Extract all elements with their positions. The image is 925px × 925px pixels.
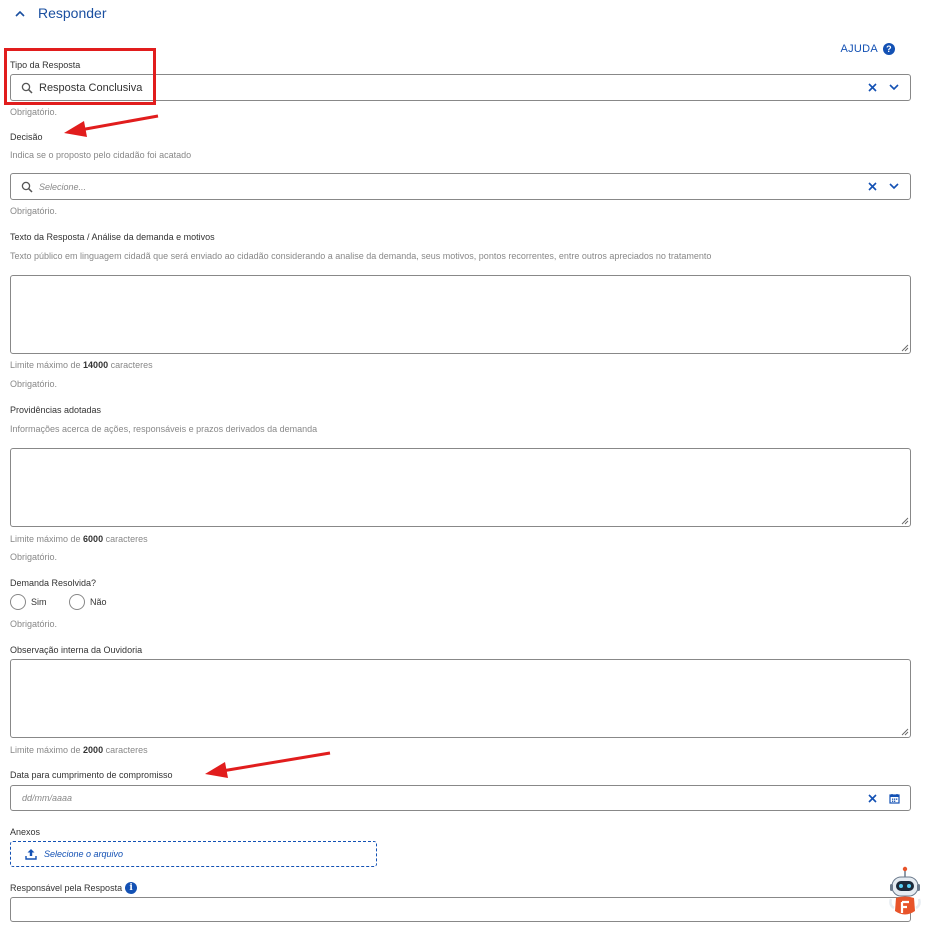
chatbot-mascot-icon[interactable] xyxy=(888,866,922,920)
annotation-arrow-data xyxy=(205,751,331,778)
annotation-arrows xyxy=(64,114,331,778)
annotation-arrow-decisao xyxy=(64,114,159,137)
